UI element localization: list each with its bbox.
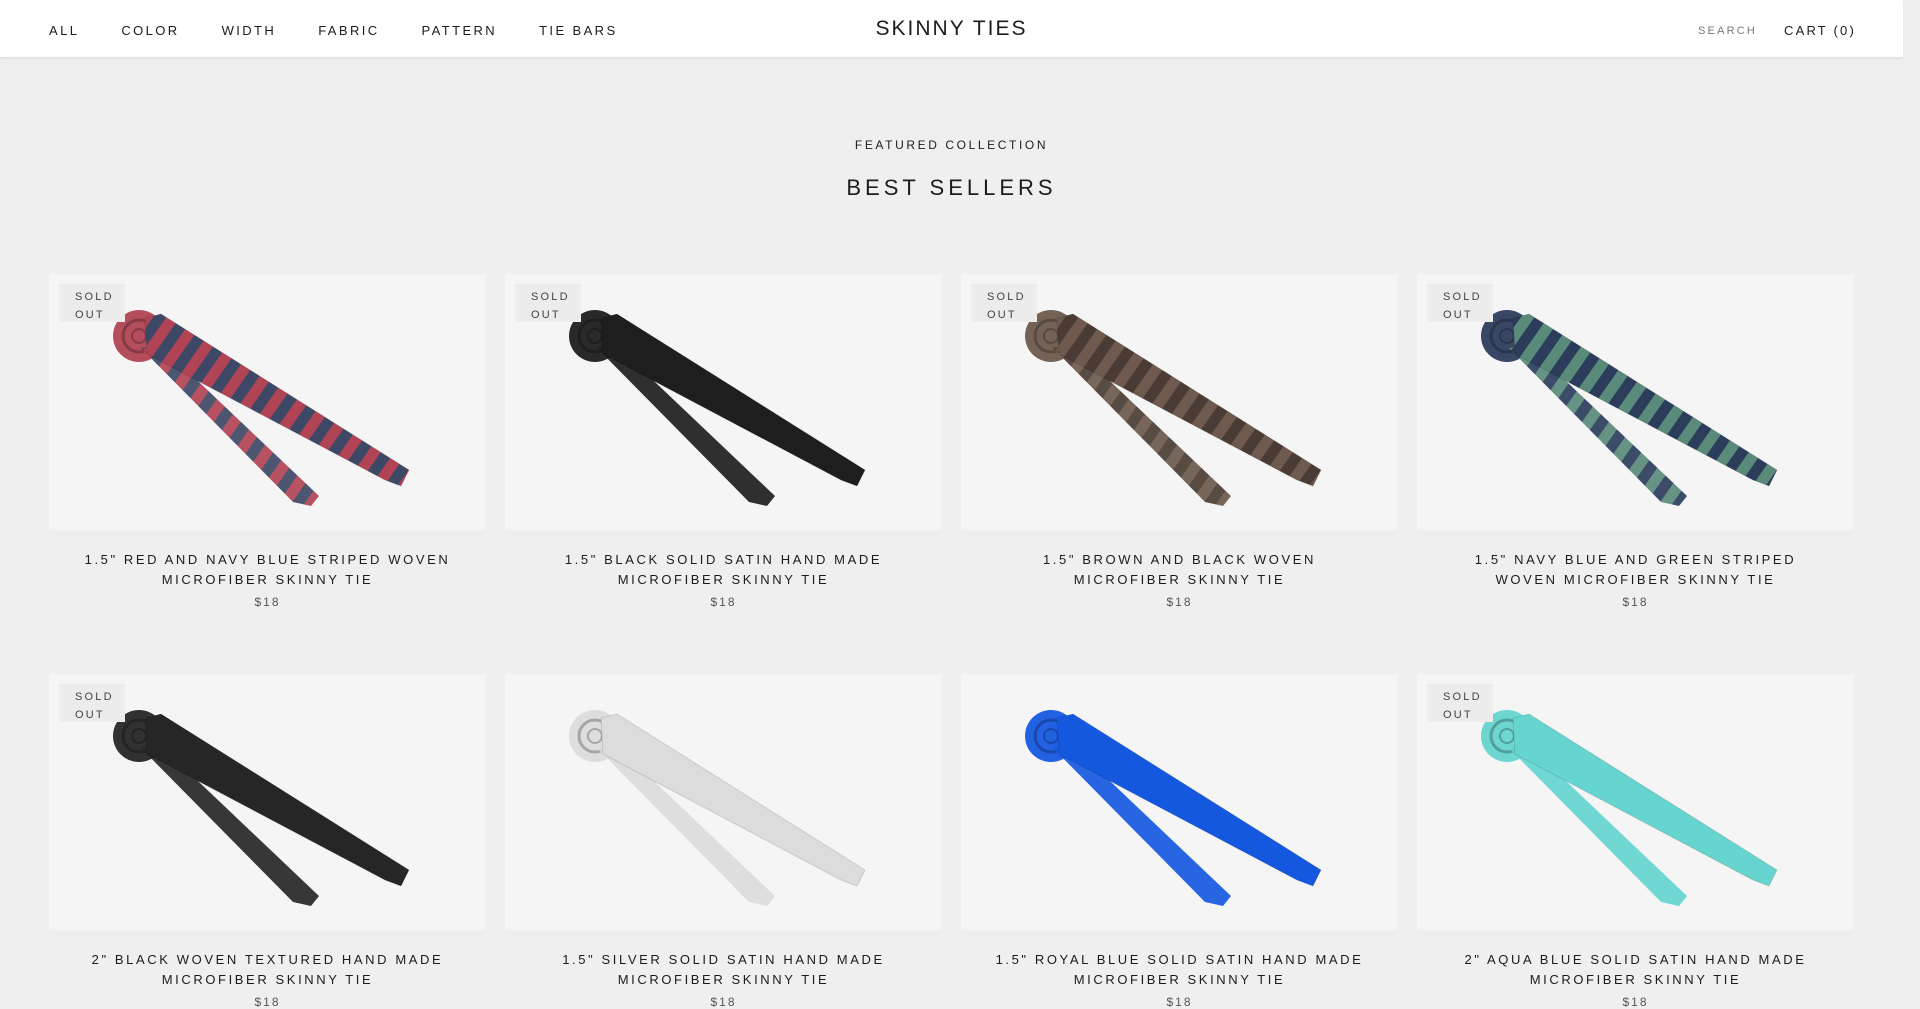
product-card[interactable]: SOLD OUT 1.5" NAVY BLUE AND GREEN STRIPE…	[1417, 274, 1854, 609]
product-price: $18	[1622, 595, 1649, 609]
brand-logo[interactable]: SKINNY TIES	[876, 17, 1028, 40]
site-header: ALL COLOR WIDTH FABRIC PATTERN TIE BARS …	[0, 0, 1903, 58]
product-title[interactable]: 1.5" ROYAL BLUE SOLID SATIN HAND MADE MI…	[961, 950, 1398, 990]
product-card[interactable]: SOLD OUT 2" BLACK WOVEN TEXTURED HAND MA…	[49, 674, 486, 1009]
product-title[interactable]: 2" AQUA BLUE SOLID SATIN HAND MADE MICRO…	[1417, 950, 1854, 990]
nav-pattern[interactable]: PATTERN	[422, 23, 498, 38]
product-title[interactable]: 1.5" SILVER SOLID SATIN HAND MADE MICROF…	[505, 950, 942, 990]
product-title[interactable]: 2" BLACK WOVEN TEXTURED HAND MADE MICROF…	[49, 950, 486, 990]
product-image[interactable]: SOLD OUT	[1417, 674, 1854, 930]
product-card[interactable]: 1.5" ROYAL BLUE SOLID SATIN HAND MADE MI…	[961, 674, 1398, 1009]
cart-link[interactable]: CART (0)	[1784, 23, 1856, 38]
product-image[interactable]	[961, 674, 1398, 930]
product-price: $18	[1166, 595, 1193, 609]
sold-out-badge: SOLD OUT	[971, 284, 1037, 322]
search-link[interactable]: SEARCH	[1698, 25, 1757, 37]
product-image[interactable]: SOLD OUT	[505, 274, 942, 530]
product-card[interactable]: SOLD OUT 1.5" RED AND NAVY BLUE STRIPED …	[49, 274, 486, 609]
nav-color[interactable]: COLOR	[121, 23, 179, 38]
nav-width[interactable]: WIDTH	[222, 23, 277, 38]
nav-tie-bars[interactable]: TIE BARS	[539, 23, 617, 38]
product-price: $18	[1166, 995, 1193, 1009]
product-price: $18	[254, 595, 281, 609]
nav-all[interactable]: ALL	[49, 23, 79, 38]
section-title: BEST SELLERS	[846, 175, 1057, 200]
sold-out-badge: SOLD OUT	[59, 284, 125, 322]
product-title[interactable]: 1.5" RED AND NAVY BLUE STRIPED WOVEN MIC…	[49, 550, 486, 590]
sold-out-badge: SOLD OUT	[1427, 684, 1493, 722]
product-price: $18	[1622, 995, 1649, 1009]
sold-out-badge: SOLD OUT	[515, 284, 581, 322]
product-title[interactable]: 1.5" BROWN AND BLACK WOVEN MICROFIBER SK…	[961, 550, 1398, 590]
product-card[interactable]: 1.5" SILVER SOLID SATIN HAND MADE MICROF…	[505, 674, 942, 1009]
nav-fabric[interactable]: FABRIC	[318, 23, 379, 38]
sold-out-badge: SOLD OUT	[59, 684, 125, 722]
tie-illustration	[1025, 710, 1322, 906]
product-title[interactable]: 1.5" NAVY BLUE AND GREEN STRIPED WOVEN M…	[1417, 550, 1854, 590]
product-price: $18	[254, 995, 281, 1009]
product-image[interactable]: SOLD OUT	[961, 274, 1398, 530]
product-image[interactable]: SOLD OUT	[1417, 274, 1854, 530]
section-kicker: FEATURED COLLECTION	[854, 138, 1049, 152]
product-image[interactable]	[505, 674, 942, 930]
product-price: $18	[710, 995, 737, 1009]
sold-out-badge: SOLD OUT	[1427, 284, 1493, 322]
product-card[interactable]: SOLD OUT 1.5" BROWN AND BLACK WOVEN MICR…	[961, 274, 1398, 609]
product-card[interactable]: SOLD OUT 2" AQUA BLUE SOLID SATIN HAND M…	[1417, 674, 1854, 1009]
tie-illustration	[569, 710, 866, 906]
product-image[interactable]: SOLD OUT	[49, 274, 486, 530]
product-price: $18	[710, 595, 737, 609]
product-card[interactable]: SOLD OUT 1.5" BLACK SOLID SATIN HAND MAD…	[505, 274, 942, 609]
product-title[interactable]: 1.5" BLACK SOLID SATIN HAND MADE MICROFI…	[505, 550, 942, 590]
main-nav: ALL COLOR WIDTH FABRIC PATTERN TIE BARS	[49, 23, 660, 38]
product-image[interactable]: SOLD OUT	[49, 674, 486, 930]
